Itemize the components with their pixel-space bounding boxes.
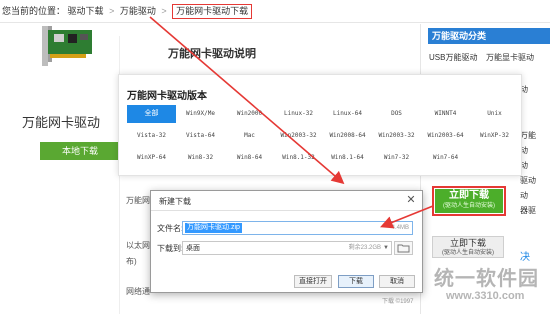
- free-space: 剩余23.2GB: [348, 245, 381, 251]
- saveto-label: 下载到:: [157, 244, 184, 253]
- chevron-down-icon: ▼: [383, 245, 389, 251]
- version-chip[interactable]: Linux-32: [274, 105, 323, 123]
- version-chip[interactable]: Win2008-64: [323, 127, 372, 145]
- description-text: 万能网: [126, 196, 150, 205]
- version-chip[interactable]: Win8.1-32: [274, 149, 323, 167]
- version-chip[interactable]: Win8.1-64: [323, 149, 372, 167]
- page-title: 万能网卡驱动说明: [168, 48, 256, 60]
- dialog-title: 新建下载: [159, 197, 191, 206]
- version-chip[interactable]: Win8-32: [176, 149, 225, 167]
- version-panel: 万能网卡驱动版本 全部 Win9X/Me Win2000 Linux-32 Li…: [118, 74, 522, 176]
- version-chip[interactable]: DOS: [372, 105, 421, 123]
- breadcrumb-prefix: 您当前的位置：: [2, 6, 66, 16]
- download-now-label: 立即下载: [449, 238, 486, 248]
- version-chip[interactable]: Win2000: [225, 105, 274, 123]
- saveto-value: 桌面: [186, 245, 200, 252]
- download-now-button-secondary[interactable]: 立即下载 (驱动人生自动安装): [432, 236, 504, 258]
- version-chip[interactable]: Win2003-32: [372, 127, 421, 145]
- breadcrumb-separator: >: [109, 6, 115, 16]
- filename-value: 万能网卡驱动.zip: [185, 223, 242, 233]
- version-chip[interactable]: WINNT4: [421, 105, 470, 123]
- filename-label: 文件名:: [157, 224, 184, 233]
- filename-input[interactable]: 万能网卡驱动.zip 4.4MB: [182, 221, 413, 235]
- dialog-cancel-button[interactable]: 取消: [379, 275, 415, 288]
- version-chip[interactable]: WinXP-32: [470, 127, 519, 145]
- product-box: [0, 36, 120, 314]
- version-chip[interactable]: Linux-64: [323, 105, 372, 123]
- close-icon[interactable]: ✕: [404, 193, 418, 207]
- description-text: 以太网: [126, 241, 150, 250]
- version-chip[interactable]: Win8-64: [225, 149, 274, 167]
- dialog-download-button[interactable]: 下载: [338, 275, 374, 288]
- sidebar-item-fragment[interactable]: 决: [520, 248, 530, 263]
- version-grid: 全部 Win9X/Me Win2000 Linux-32 Linux-64 DO…: [127, 105, 519, 167]
- sidebar-heading: 万能驱动分类: [428, 28, 550, 44]
- version-chip[interactable]: WinXP-64: [127, 149, 176, 167]
- download-now-sublabel: (驱动人生自动安装): [443, 203, 495, 209]
- download-now-button[interactable]: 立即下载 (驱动人生自动安装): [435, 189, 503, 213]
- version-chip[interactable]: Vista-64: [176, 127, 225, 145]
- sidebar-item-fragment[interactable]: 器驱: [520, 205, 536, 216]
- file-size: 4.4MB: [391, 225, 409, 231]
- version-chip[interactable]: Win9X/Me: [176, 105, 225, 123]
- folder-icon[interactable]: [394, 241, 413, 255]
- sidebar-item-fragment[interactable]: 动: [520, 190, 528, 201]
- breadcrumb-item-current: 万能网卡驱动下载: [172, 4, 253, 19]
- version-chip[interactable]: Win2003-32: [274, 127, 323, 145]
- sidebar-item-graphics[interactable]: 万能显卡驱动: [486, 52, 534, 63]
- sidebar-item-fragment[interactable]: 驱动: [520, 175, 536, 186]
- footer-text: 下载 ©1997: [382, 299, 414, 305]
- description-text: 网络通: [126, 287, 150, 296]
- version-chip[interactable]: Unix: [470, 105, 519, 123]
- download-now-label: 立即下载: [449, 190, 489, 201]
- version-chip[interactable]: Mac: [225, 127, 274, 145]
- sidebar-item-usb[interactable]: USB万能驱动: [429, 52, 477, 63]
- version-chip[interactable]: Win7-32: [372, 149, 421, 167]
- breadcrumb-separator: >: [161, 6, 167, 16]
- network-card-image: [42, 26, 92, 66]
- open-directly-button[interactable]: 直接打开: [294, 275, 332, 288]
- breadcrumb-item-drivers[interactable]: 驱动下载: [68, 0, 104, 22]
- new-download-dialog: 新建下载 ✕ 文件名: 万能网卡驱动.zip 4.4MB 下载到: 桌面 剩余2…: [150, 190, 423, 293]
- breadcrumb-item-universal[interactable]: 万能驱动: [120, 0, 156, 22]
- local-download-button[interactable]: 本地下载: [40, 142, 120, 160]
- version-panel-title: 万能网卡驱动版本: [127, 91, 207, 102]
- breadcrumb: 您当前的位置： 驱动下载 > 万能驱动 > 万能网卡驱动下载: [2, 0, 550, 22]
- version-chip[interactable]: Vista-32: [127, 127, 176, 145]
- product-name: 万能网卡驱动: [22, 115, 101, 130]
- saveto-select[interactable]: 桌面 剩余23.2GB ▼: [182, 241, 392, 255]
- version-chip[interactable]: Win7-64: [421, 149, 470, 167]
- version-chip[interactable]: Win2003-64: [421, 127, 470, 145]
- version-chip-all[interactable]: 全部: [127, 105, 176, 123]
- dialog-divider: [151, 210, 422, 211]
- sidebar-item-fragment[interactable]: 万能: [520, 130, 536, 141]
- description-text: 布): [126, 257, 137, 266]
- download-now-sublabel: (驱动人生自动安装): [442, 250, 494, 256]
